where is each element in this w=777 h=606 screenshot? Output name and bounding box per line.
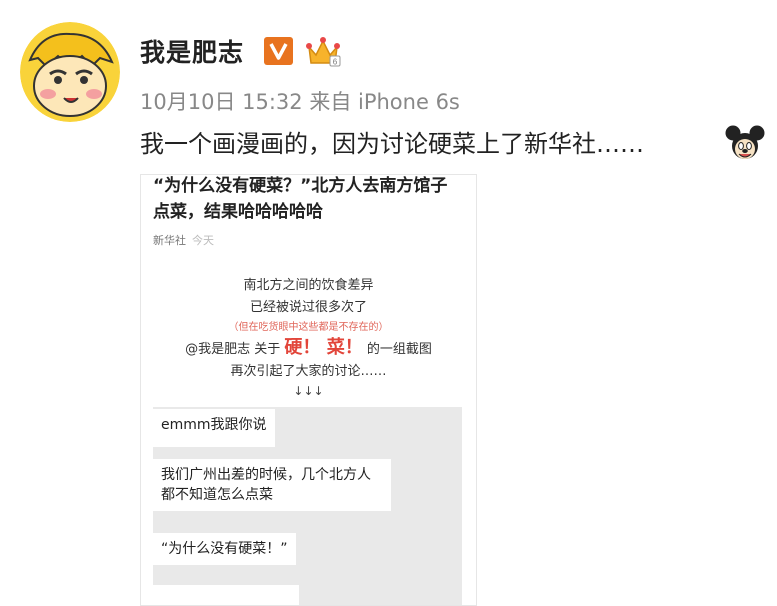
vip-crown-icon: 6 — [306, 37, 341, 67]
article-intro: 南北方之间的饮食差异 已经被说过很多次了 （但在吃货眼中这些都是不存在的） @我… — [141, 275, 476, 399]
article-title: “为什么没有硬菜？”北方人去南方馆子点菜，结果哈哈哈哈哈 — [153, 176, 448, 222]
post-text: 我一个画漫画的，因为讨论硬菜上了新华社…… — [140, 130, 644, 158]
user-avatar[interactable] — [20, 22, 120, 122]
intro-line-2: 已经被说过很多次了 — [249, 300, 367, 315]
post-source[interactable]: 来自 iPhone 6s — [309, 90, 460, 114]
chat-bubble: “为什么没有硬菜！” — [153, 533, 296, 565]
mickey-emoji-icon — [725, 124, 765, 162]
cartoon-avatar-icon — [20, 22, 120, 122]
mention-pre: @我是肥志 关于 — [185, 342, 281, 357]
mention-big: 硬！ 菜！ — [284, 337, 363, 358]
intro-line-1: 南北方之间的饮食差异 — [243, 278, 374, 293]
svg-text:6: 6 — [333, 58, 338, 67]
verified-v-icon — [264, 37, 293, 65]
vip-badge[interactable]: 6 — [306, 35, 342, 67]
chat-bubble: emmm我跟你说 — [153, 409, 275, 447]
intro-mention: @我是肥志 关于 硬！ 菜！ 的一组截图 — [141, 337, 476, 361]
intro-note: （但在吃货眼中这些都是不存在的） — [228, 322, 389, 333]
article-day: 今天 — [192, 234, 214, 247]
article-screenshot[interactable]: “为什么没有硬菜？”北方人去南方馆子点菜，结果哈哈哈哈哈 新华社 今天 南北方之间… — [140, 174, 477, 606]
chat-bubble: 我们广州出差的时候，几个北方人都不知道怎么点菜 — [153, 459, 391, 511]
chat-area: emmm我跟你说 我们广州出差的时候，几个北方人都不知道怎么点菜 “为什么没有硬… — [153, 407, 462, 605]
article-source-name: 新华社 — [153, 234, 186, 247]
verified-badge[interactable] — [264, 37, 293, 65]
article-source: 新华社 今天 — [153, 232, 214, 248]
intro-line-after: 再次引起了大家的讨论…… — [230, 364, 387, 379]
mention-post: 的一组截图 — [366, 342, 432, 357]
post-time[interactable]: 10月10日 15:32 — [140, 90, 303, 114]
down-arrows: ↓↓↓ — [293, 384, 324, 398]
post-meta: 10月10日 15:32 来自 iPhone 6s — [140, 86, 460, 116]
user-name[interactable]: 我是肥志 — [140, 33, 244, 69]
